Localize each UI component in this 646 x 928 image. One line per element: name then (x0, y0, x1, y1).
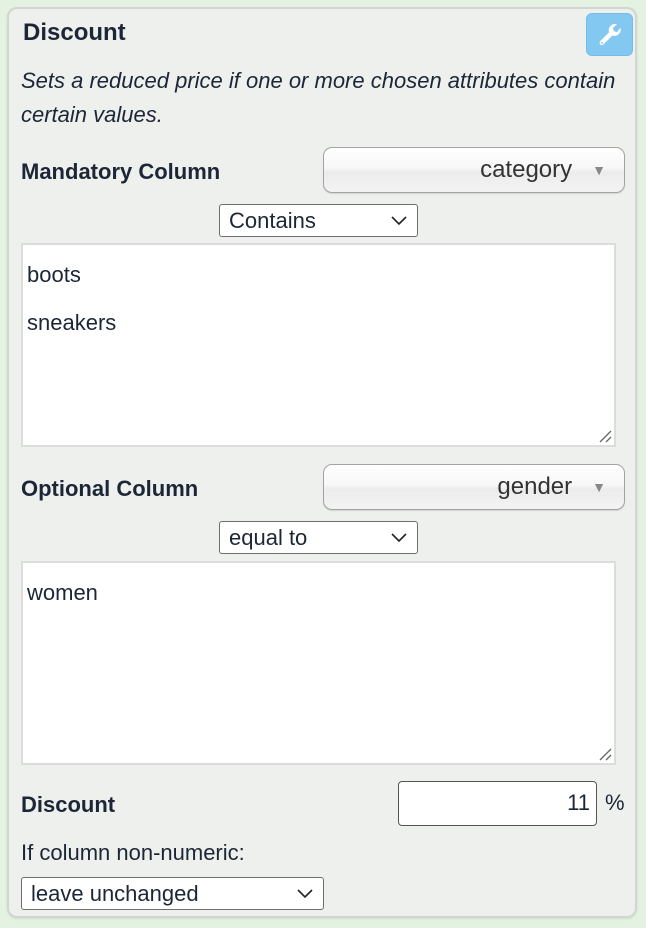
optional-column-select[interactable]: gender ▼ (323, 464, 625, 510)
mandatory-operator-select[interactable]: Contains (219, 204, 418, 237)
optional-operator-value: equal to (229, 524, 308, 550)
chevron-down-icon (297, 888, 313, 898)
mandatory-column-select[interactable]: category ▼ (323, 147, 625, 193)
discount-label: Discount (21, 792, 116, 817)
triangle-down-icon: ▼ (592, 162, 606, 178)
optional-column-value: gender (497, 473, 573, 500)
value-line: women (27, 580, 98, 605)
non-numeric-select[interactable]: leave unchanged (21, 877, 324, 910)
mandatory-operator-value: Contains (229, 207, 316, 233)
mandatory-column-value: category (480, 156, 573, 183)
triangle-down-icon: ▼ (592, 479, 606, 495)
mandatory-column-label: Mandatory Column (21, 159, 221, 184)
percent-unit: % (605, 790, 625, 815)
chevron-down-icon (391, 532, 407, 542)
optional-values-textarea[interactable]: women (21, 561, 616, 765)
discount-panel: Discount Sets a reduced price if one or … (7, 7, 637, 918)
value-line: sneakers (27, 310, 117, 335)
discount-input[interactable]: 11 (398, 781, 597, 826)
panel-title: Discount (23, 19, 126, 46)
panel-description: Sets a reduced price if one or more chos… (21, 68, 616, 127)
chevron-down-icon (391, 215, 407, 225)
settings-button[interactable] (586, 13, 633, 56)
optional-column-label: Optional Column (21, 476, 199, 501)
optional-operator-select[interactable]: equal to (219, 521, 418, 554)
resize-handle-icon[interactable] (598, 747, 612, 761)
wrench-icon (599, 23, 621, 45)
resize-handle-icon[interactable] (598, 429, 612, 443)
value-line: boots (27, 262, 81, 287)
mandatory-values-textarea[interactable]: boots sneakers (21, 243, 616, 447)
non-numeric-label: If column non-numeric: (21, 840, 245, 865)
non-numeric-value: leave unchanged (31, 880, 199, 906)
